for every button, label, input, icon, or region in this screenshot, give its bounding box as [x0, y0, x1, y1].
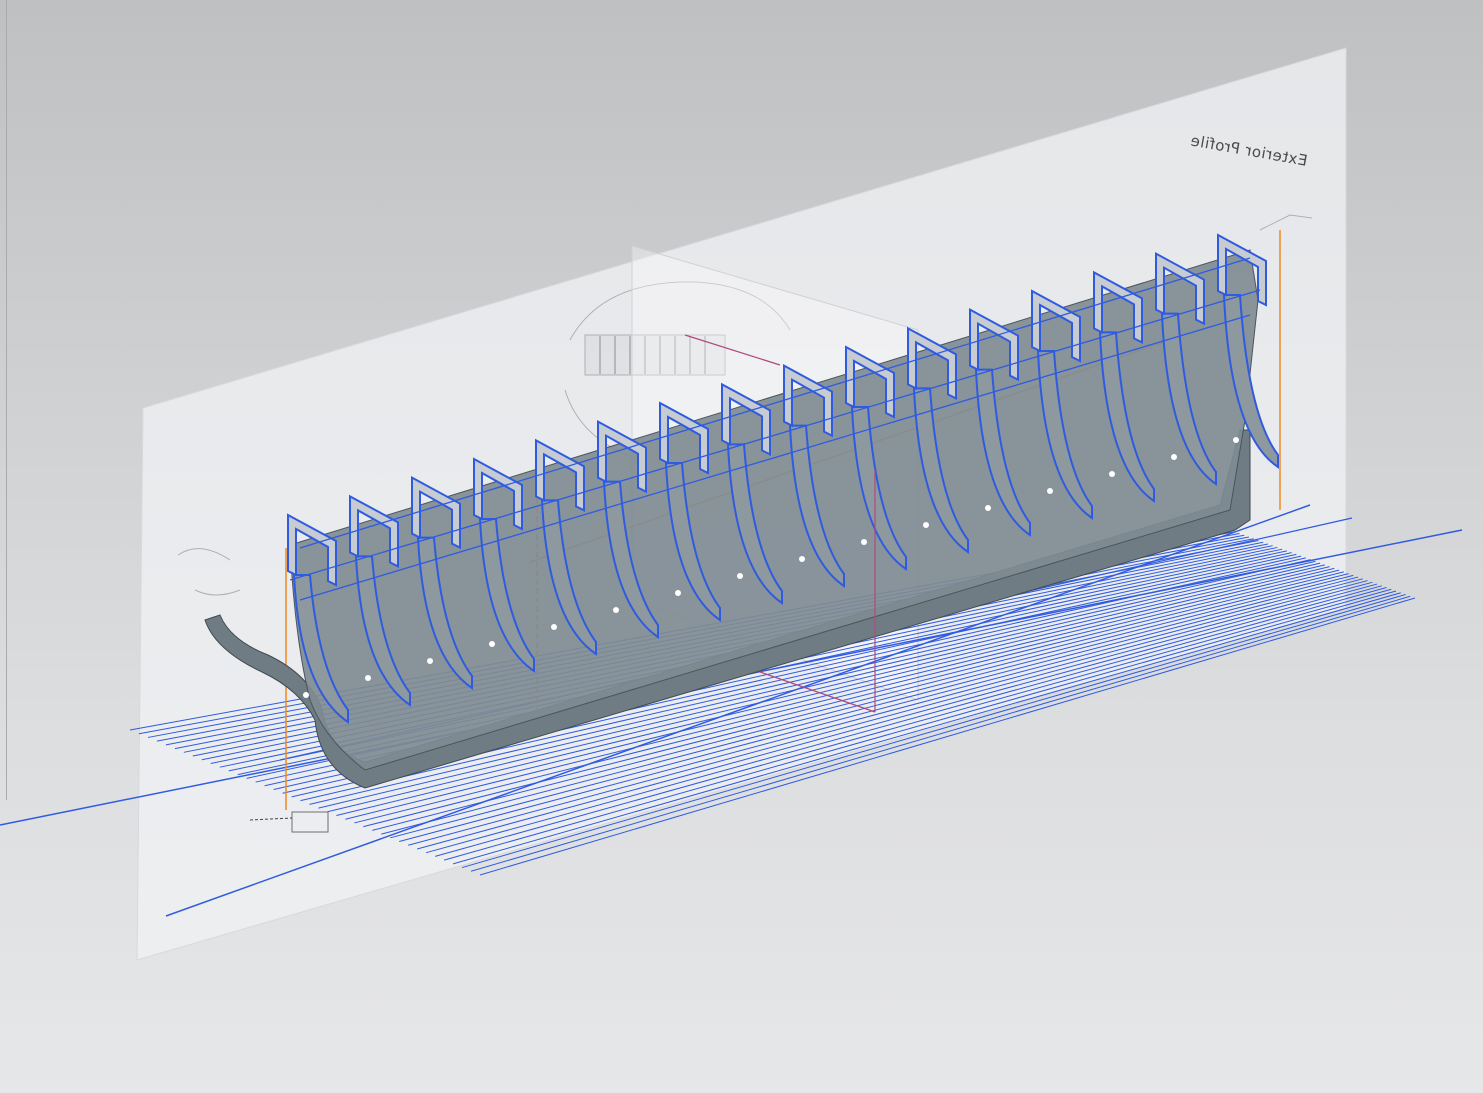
frame-limber-hole	[799, 556, 805, 562]
frame-limber-hole	[1233, 437, 1239, 443]
frame-limber-hole	[985, 505, 991, 511]
frame-limber-hole	[551, 624, 557, 630]
ship-hull-3d-model-scene[interactable]: Exterior Profile	[0, 0, 1483, 1093]
frame-limber-hole	[737, 573, 743, 579]
frame-limber-hole	[489, 641, 495, 647]
frame-limber-hole	[1047, 488, 1053, 494]
frame-limber-hole	[923, 522, 929, 528]
frame-limber-hole	[613, 607, 619, 613]
frame-limber-hole	[1109, 471, 1115, 477]
frame-limber-hole	[1171, 454, 1177, 460]
frame-limber-hole	[427, 658, 433, 664]
frame-limber-hole	[365, 675, 371, 681]
frame-limber-hole	[675, 590, 681, 596]
cad-3d-viewport[interactable]: Exterior Profile	[0, 0, 1483, 1093]
frame-limber-hole	[861, 539, 867, 545]
frame-limber-hole	[303, 692, 309, 698]
